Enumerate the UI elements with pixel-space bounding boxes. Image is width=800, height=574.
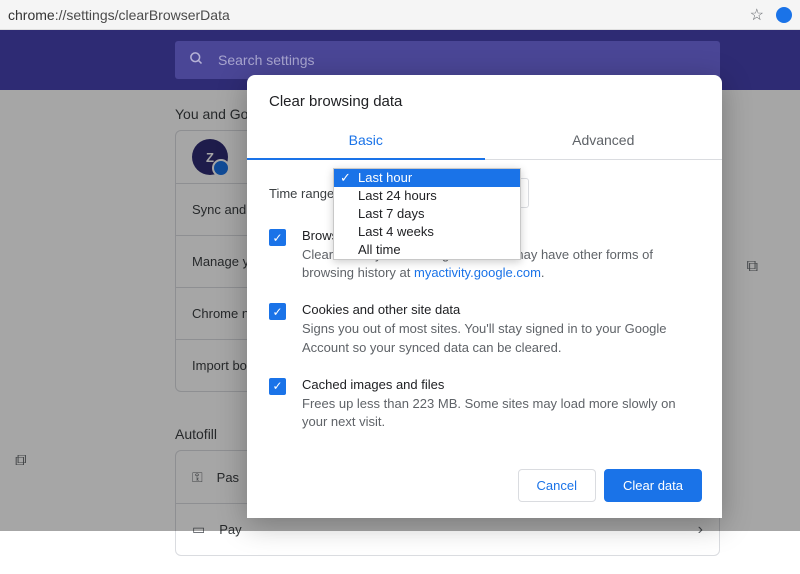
option-cached[interactable]: ✓ Cached images and files Frees up less … xyxy=(269,377,700,431)
bookmark-star-icon[interactable]: ☆ xyxy=(750,5,764,25)
dropdown-option-all-time[interactable]: All time xyxy=(334,241,520,259)
profile-avatar-icon[interactable] xyxy=(776,7,792,23)
option-title: Cached images and files xyxy=(302,377,700,392)
option-description: Frees up less than 223 MB. Some sites ma… xyxy=(302,395,700,431)
search-settings-input[interactable]: Search settings xyxy=(175,41,720,79)
dropdown-option-last-7-days[interactable]: Last 7 days xyxy=(334,205,520,223)
option-description: Signs you out of most sites. You'll stay… xyxy=(302,320,700,356)
dropdown-option-last-hour[interactable]: Last hour xyxy=(334,169,520,187)
time-range-dropdown[interactable]: Last hour Last 24 hours Last 7 days Last… xyxy=(333,168,521,260)
dialog-tabs: Basic Advanced xyxy=(247,122,722,160)
clear-browsing-data-dialog: Clear browsing data Basic Advanced Time … xyxy=(247,75,722,518)
tab-basic[interactable]: Basic xyxy=(247,122,485,160)
checkbox-browsing-history[interactable]: ✓ xyxy=(269,229,286,246)
option-title: Cookies and other site data xyxy=(302,302,700,317)
checkbox-cookies[interactable]: ✓ xyxy=(269,303,286,320)
time-range-label: Time range xyxy=(269,186,334,201)
dropdown-option-last-24-hours[interactable]: Last 24 hours xyxy=(334,187,520,205)
clear-data-button[interactable]: Clear data xyxy=(604,469,702,502)
search-icon xyxy=(189,51,204,70)
tab-advanced[interactable]: Advanced xyxy=(485,122,723,159)
dropdown-option-last-4-weeks[interactable]: Last 4 weeks xyxy=(334,223,520,241)
cancel-button[interactable]: Cancel xyxy=(518,469,596,502)
option-cookies[interactable]: ✓ Cookies and other site data Signs you … xyxy=(269,302,700,356)
checkbox-cached[interactable]: ✓ xyxy=(269,378,286,395)
url-text: chrome://settings/clearBrowserData xyxy=(8,7,750,23)
address-bar[interactable]: chrome://settings/clearBrowserData ☆ xyxy=(0,0,800,30)
myactivity-link: myactivity.google.com xyxy=(414,265,541,280)
dialog-title: Clear browsing data xyxy=(247,75,722,122)
search-placeholder: Search settings xyxy=(218,52,315,68)
